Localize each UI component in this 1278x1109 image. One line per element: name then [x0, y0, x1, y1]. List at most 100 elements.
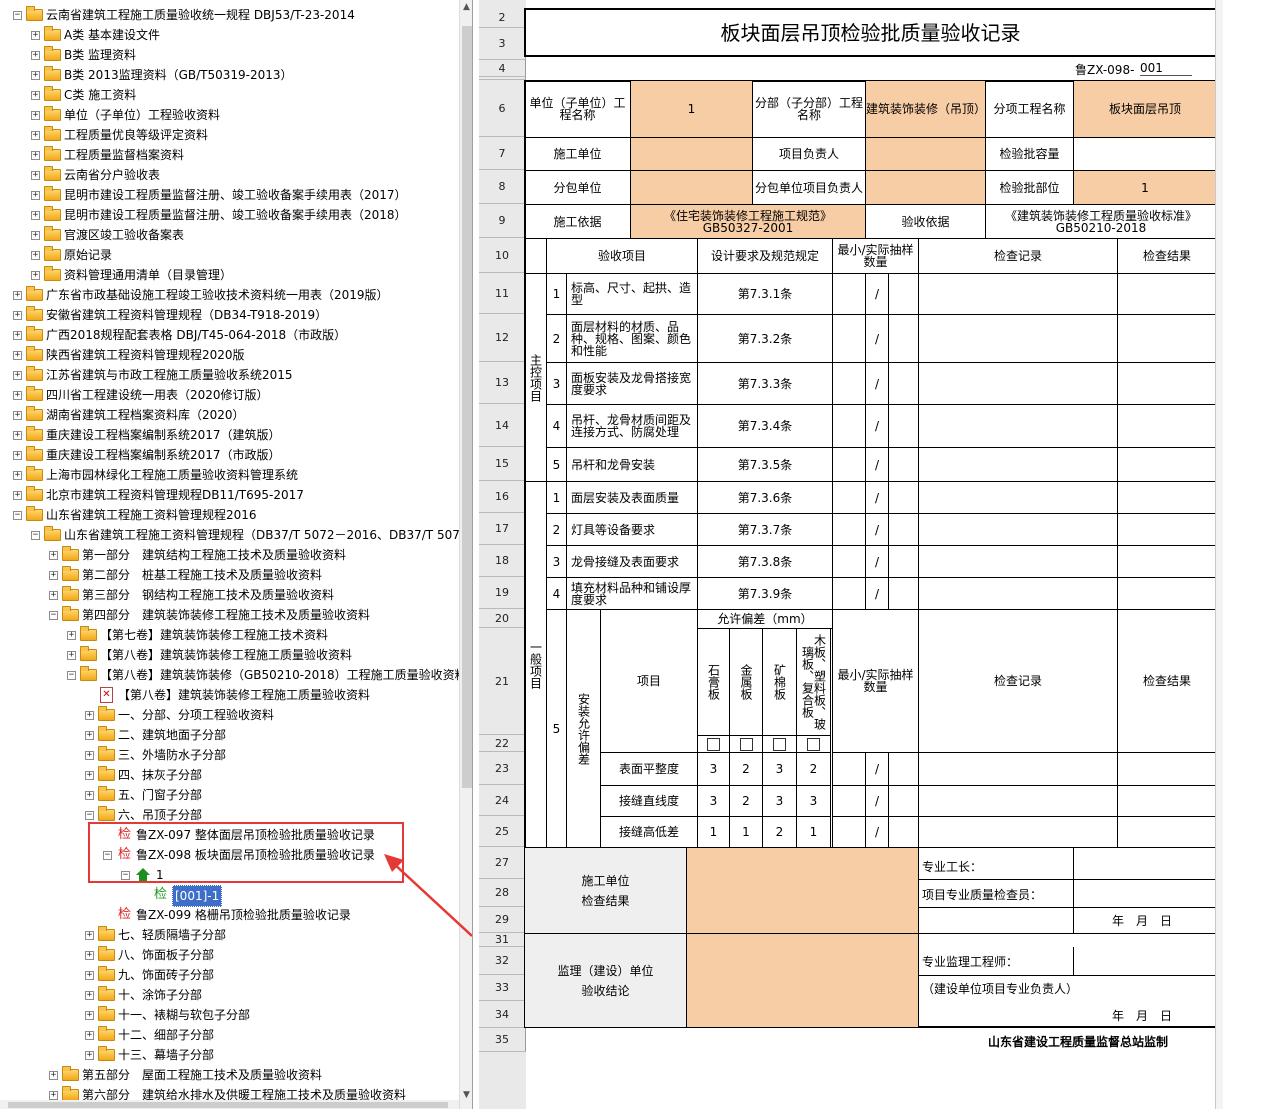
- tree-scroll-thumb[interactable]: [462, 26, 472, 788]
- collapse-icon[interactable]: −: [67, 671, 76, 680]
- tree-item[interactable]: + 三、外墙防水子分部: [0, 745, 460, 765]
- row-number[interactable]: 27: [479, 847, 526, 879]
- tree-item[interactable]: + 广东省市政基础设施工程竣工验收技术资料统一用表（2019版）: [0, 285, 460, 305]
- tree-item[interactable]: + 广西2018规程配套表格 DBJ/T45-064-2018（市政版）: [0, 325, 460, 345]
- sample-min[interactable]: [832, 545, 866, 578]
- check-record[interactable]: [918, 362, 1118, 405]
- expand-icon[interactable]: +: [85, 711, 94, 720]
- tree-item[interactable]: − 山东省建筑工程施工资料管理规程2016: [0, 505, 460, 525]
- expand-icon[interactable]: +: [13, 411, 22, 420]
- expand-icon[interactable]: +: [13, 391, 22, 400]
- check-record[interactable]: [918, 545, 1118, 578]
- expand-icon[interactable]: +: [31, 51, 40, 60]
- check-result[interactable]: [1117, 273, 1217, 315]
- row-number[interactable]: 18: [479, 545, 526, 577]
- sample-actual[interactable]: [888, 273, 919, 315]
- expand-icon[interactable]: +: [49, 1091, 58, 1100]
- tree-item[interactable]: + 资料管理通用清单（目录管理）: [0, 265, 460, 285]
- expand-icon[interactable]: +: [85, 791, 94, 800]
- supervisor-conclusion-field[interactable]: [686, 933, 919, 1028]
- material-checkbox[interactable]: [773, 737, 786, 751]
- row-number[interactable]: 23: [479, 752, 526, 785]
- material-checkbox[interactable]: [739, 737, 753, 751]
- tree-item[interactable]: + 五、门窗子分部: [0, 785, 460, 805]
- row-number[interactable]: 34: [479, 1001, 526, 1028]
- tree-item[interactable]: + 四川省工程建设统一用表（2020修订版）: [0, 385, 460, 405]
- expand-icon[interactable]: +: [13, 371, 22, 380]
- check-result[interactable]: [1117, 404, 1217, 448]
- sample-min[interactable]: [832, 314, 866, 363]
- subcontractor-field[interactable]: [630, 170, 753, 205]
- contractor-field[interactable]: [630, 137, 753, 171]
- expand-icon[interactable]: +: [85, 1051, 94, 1060]
- row-number[interactable]: 11: [479, 273, 526, 314]
- row-number[interactable]: 29: [479, 907, 526, 933]
- tree-item[interactable]: + 原始记录: [0, 245, 460, 265]
- scroll-down-arrow-icon[interactable]: ▼: [463, 1090, 470, 1100]
- expand-icon[interactable]: +: [31, 31, 40, 40]
- check-record[interactable]: [918, 404, 1118, 448]
- expand-icon[interactable]: +: [49, 591, 58, 600]
- acc-basis-field[interactable]: 《建筑装饰装修工程质量验收标准》 GB50210-2018: [985, 204, 1217, 239]
- row-number[interactable]: 6: [479, 80, 526, 137]
- tree-item[interactable]: + 工程质量优良等级评定资料: [0, 125, 460, 145]
- tree-item[interactable]: + 官渡区竣工验收备案表: [0, 225, 460, 245]
- tree-item[interactable]: + B类 2013监理资料（GB/T50319-2013）: [0, 65, 460, 85]
- expand-icon[interactable]: +: [31, 171, 40, 180]
- collapse-icon[interactable]: −: [49, 611, 58, 620]
- check-result[interactable]: [1117, 481, 1217, 514]
- check-result[interactable]: [1117, 752, 1217, 786]
- row-number[interactable]: 8: [479, 170, 526, 204]
- expand-icon[interactable]: +: [13, 431, 22, 440]
- tree-item[interactable]: + 一、分部、分项工程验收资料: [0, 705, 460, 725]
- sample-actual[interactable]: [888, 481, 919, 514]
- expand-icon[interactable]: +: [85, 731, 94, 740]
- check-record[interactable]: [918, 816, 1118, 848]
- check-record[interactable]: [918, 577, 1118, 610]
- unit-name-field[interactable]: 1: [630, 80, 753, 138]
- expand-icon[interactable]: +: [31, 91, 40, 100]
- tree-item[interactable]: + C类 施工资料: [0, 85, 460, 105]
- sample-actual[interactable]: [888, 362, 919, 405]
- material-checkbox[interactable]: [807, 737, 820, 751]
- tree-item[interactable]: − 【第八卷】建筑装饰装修（GB50210-2018）工程施工质量验收资料: [0, 665, 467, 685]
- contractor-check-field[interactable]: [686, 847, 919, 934]
- expand-icon[interactable]: +: [85, 971, 94, 980]
- expand-icon[interactable]: +: [85, 771, 94, 780]
- check-record[interactable]: [918, 314, 1118, 363]
- tree-item[interactable]: + 工程质量监督档案资料: [0, 145, 460, 165]
- form-code-value[interactable]: 001: [1140, 61, 1192, 76]
- row-number[interactable]: 28: [479, 879, 526, 907]
- sub-pm-field[interactable]: [865, 170, 986, 205]
- expand-icon[interactable]: +: [67, 651, 76, 660]
- expand-icon[interactable]: +: [31, 111, 40, 120]
- check-result[interactable]: [1117, 816, 1217, 848]
- tree-item[interactable]: ✕ 【第八卷】建筑装饰装修工程施工质量验收资料: [0, 685, 460, 705]
- tree-item[interactable]: + 昆明市建设工程质量监督注册、竣工验收备案手续用表（2018）: [0, 205, 460, 225]
- check-record[interactable]: [918, 447, 1118, 482]
- row-number[interactable]: 25: [479, 816, 526, 847]
- row-number[interactable]: 21: [479, 628, 526, 735]
- expand-icon[interactable]: +: [67, 631, 76, 640]
- row-number[interactable]: 31: [479, 933, 526, 947]
- expand-icon[interactable]: +: [13, 311, 22, 320]
- expand-icon[interactable]: +: [13, 291, 22, 300]
- sample-min[interactable]: [832, 481, 866, 514]
- row-number[interactable]: 4: [479, 60, 526, 77]
- tree-item[interactable]: − 云南省建筑工程施工质量验收统一规程 DBJ53/T-23-2014: [0, 5, 460, 25]
- expand-icon[interactable]: +: [13, 451, 22, 460]
- check-record[interactable]: [918, 513, 1118, 546]
- tree-item[interactable]: + 八、饰面板子分部: [0, 945, 460, 965]
- row-number[interactable]: 7: [479, 137, 526, 170]
- tree-item[interactable]: + 十一、裱糊与软包子分部: [0, 1005, 460, 1025]
- expand-icon[interactable]: +: [31, 71, 40, 80]
- collapse-icon[interactable]: −: [85, 811, 94, 820]
- sample-actual[interactable]: [888, 314, 919, 363]
- tree-item[interactable]: + 【第八卷】建筑装饰装修工程施工质量验收资料: [0, 645, 460, 665]
- check-result[interactable]: [1117, 785, 1217, 817]
- tree-item[interactable]: + 二、建筑地面子分部: [0, 725, 460, 745]
- sample-min[interactable]: [832, 816, 866, 848]
- tree-item[interactable]: + 湖南省建筑工程档案资料库（2020）: [0, 405, 460, 425]
- row-number[interactable]: 10: [479, 238, 526, 273]
- tree-item[interactable]: + 云南省分户验收表: [0, 165, 460, 185]
